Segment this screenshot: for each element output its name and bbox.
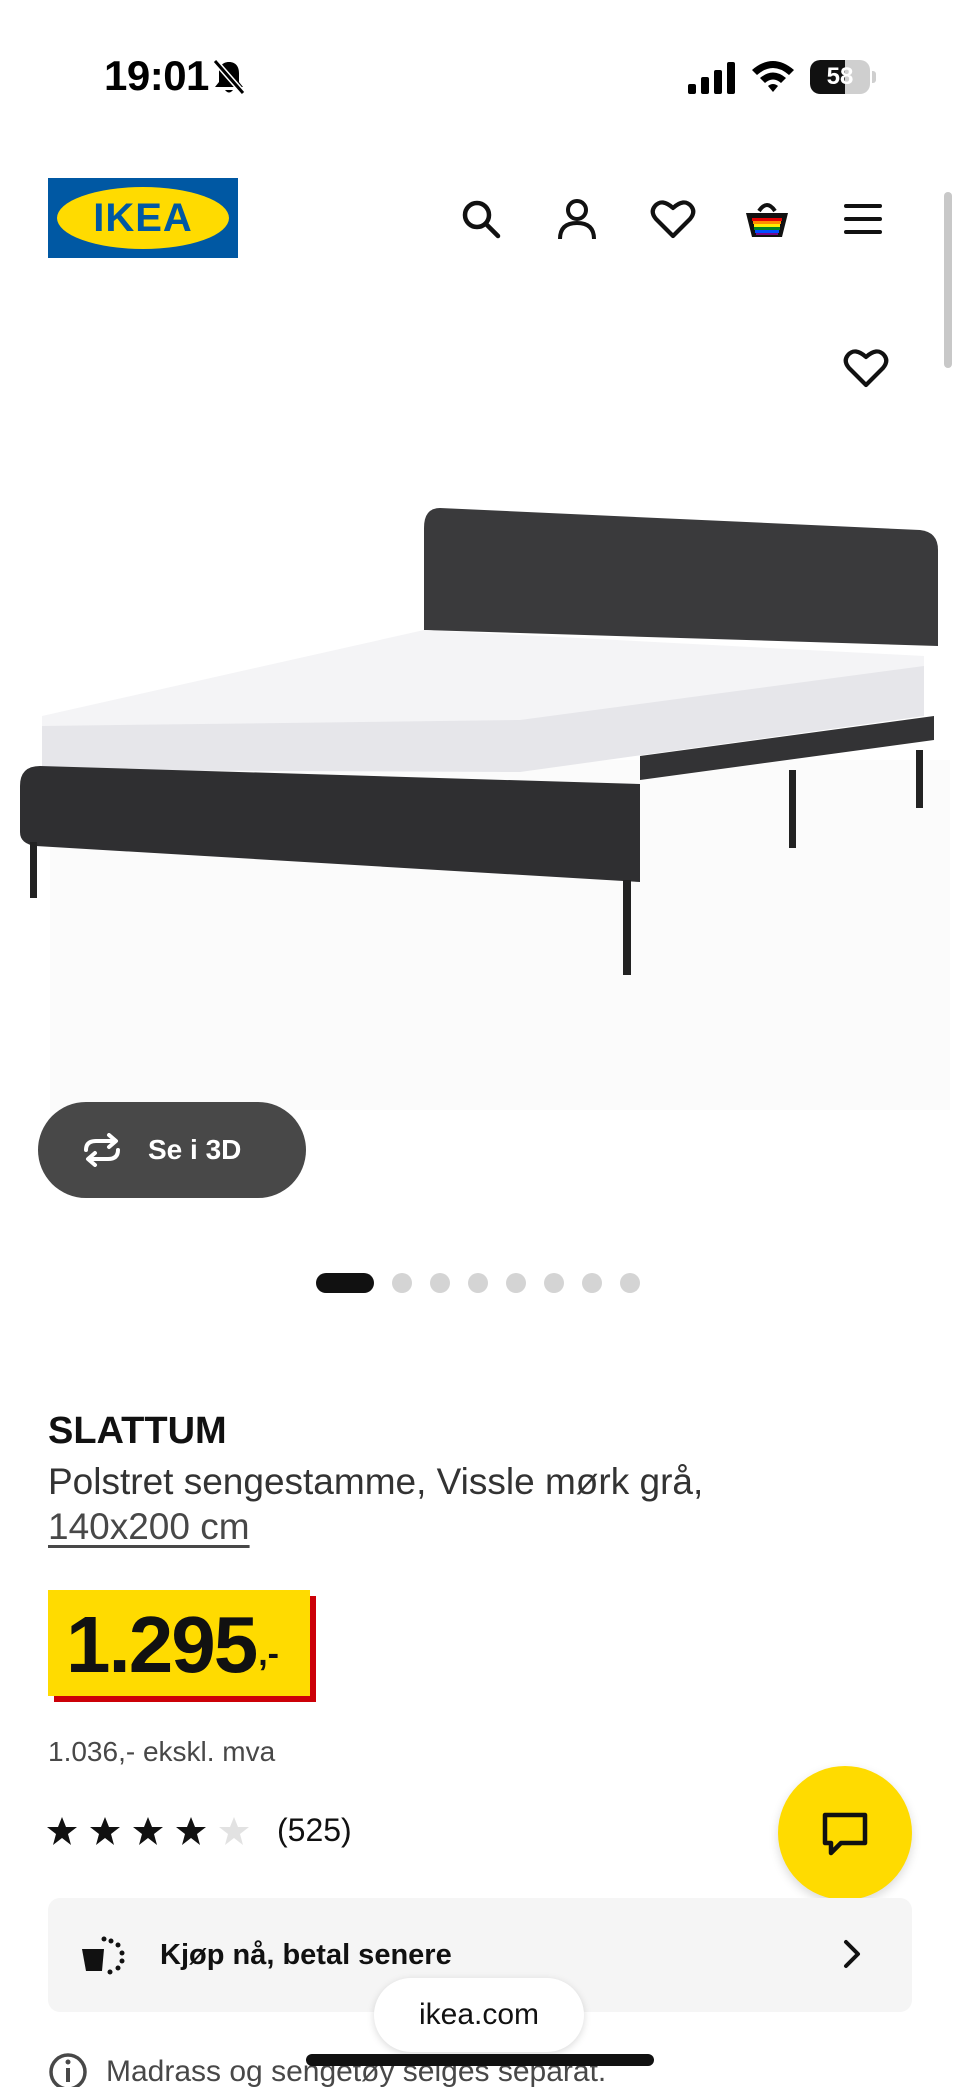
star-filled-icon: [47, 1816, 77, 1845]
menu-icon[interactable]: [838, 194, 888, 244]
browser-url-pill[interactable]: ikea.com: [374, 1978, 584, 2052]
product-description: Polstret sengestamme, Vissle mørk grå,: [48, 1461, 704, 1502]
product-rating[interactable]: (525): [46, 1812, 352, 1849]
price-main: 1.295: [66, 1600, 258, 1689]
star-empty-icon: [219, 1816, 249, 1845]
buy-now-pay-later-label: Kjøp nå, betal senere: [160, 1938, 452, 1971]
image-carousel-dots: [316, 1272, 640, 1294]
product-name: SLATTUM: [48, 1410, 227, 1452]
chat-button[interactable]: [778, 1766, 912, 1900]
status-bar: 19:01 58: [0, 0, 960, 150]
carousel-dot[interactable]: [430, 1273, 450, 1293]
site-header: IKEA: [0, 170, 960, 270]
rating-stars: [46, 1815, 261, 1847]
heart-icon: [843, 349, 889, 388]
star-filled-icon: [133, 1816, 163, 1845]
carousel-dot[interactable]: [506, 1273, 526, 1293]
view-in-3d-label: Se i 3D: [148, 1134, 242, 1165]
carousel-dot[interactable]: [468, 1273, 488, 1293]
search-icon[interactable]: [456, 194, 506, 244]
pay-later-icon: [82, 1936, 125, 1975]
price-excl-vat: 1.036,- ekskl. mva: [48, 1736, 276, 1767]
carousel-dot[interactable]: [316, 1273, 374, 1293]
review-count[interactable]: (525): [277, 1812, 352, 1849]
carousel-dot[interactable]: [544, 1273, 564, 1293]
logo-text: IKEA: [93, 195, 193, 240]
star-filled-icon: [90, 1816, 120, 1845]
wifi-icon: [752, 61, 794, 92]
page-scrollbar[interactable]: [944, 192, 952, 368]
carousel-dot[interactable]: [582, 1273, 602, 1293]
home-indicator: [306, 2054, 654, 2066]
cellular-signal-icon: [688, 62, 735, 94]
carousel-dot[interactable]: [392, 1273, 412, 1293]
favorites-icon[interactable]: [648, 194, 698, 244]
price-suffix: ,-: [258, 1635, 279, 1673]
carousel-dot[interactable]: [620, 1273, 640, 1293]
chevron-right-icon: [844, 1940, 860, 1968]
rotate-3d-icon: [84, 1133, 120, 1167]
battery-percent: 58: [826, 63, 854, 90]
star-filled-icon: [176, 1816, 206, 1845]
product-image[interactable]: [0, 470, 960, 1110]
status-time: 19:01: [104, 52, 209, 99]
account-icon[interactable]: [552, 194, 602, 244]
cart-icon[interactable]: [742, 194, 792, 244]
ikea-logo[interactable]: IKEA: [48, 178, 238, 258]
bell-muted-icon: [212, 59, 246, 95]
add-to-favorites-button[interactable]: [838, 340, 894, 396]
product-size-link[interactable]: 140x200 cm: [48, 1506, 250, 1548]
info-icon: [49, 2053, 87, 2087]
view-in-3d-button[interactable]: Se i 3D: [38, 1102, 306, 1198]
chat-bubble-icon: [822, 1812, 868, 1856]
battery-indicator: 58: [810, 60, 876, 96]
